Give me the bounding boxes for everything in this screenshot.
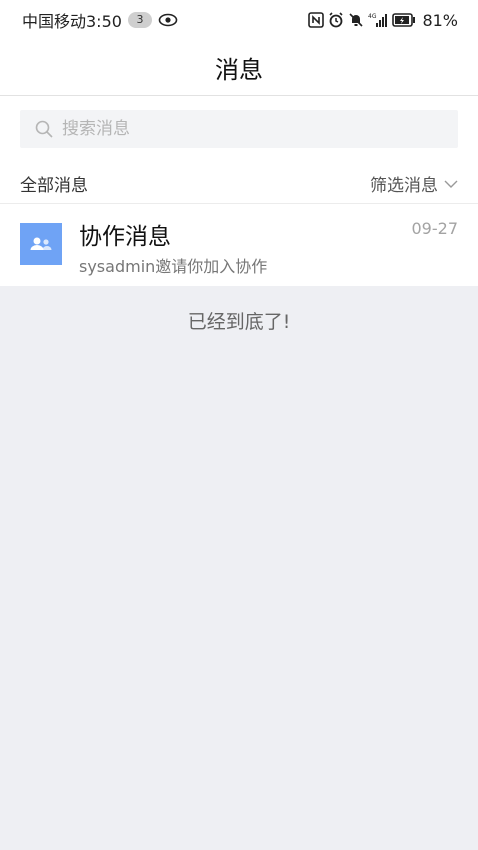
signal-icon: 4G bbox=[368, 13, 388, 27]
battery-level: 81% bbox=[422, 10, 458, 30]
avatar bbox=[20, 223, 62, 265]
svg-text:4G: 4G bbox=[368, 13, 377, 20]
chevron-down-icon bbox=[444, 180, 458, 188]
group-icon bbox=[30, 237, 52, 250]
eye-icon bbox=[158, 13, 178, 27]
search-input[interactable] bbox=[60, 118, 444, 140]
notification-badge: 3 bbox=[127, 12, 152, 28]
alarm-icon bbox=[329, 12, 344, 28]
message-title: 协作消息 bbox=[79, 224, 171, 250]
status-bar: 中国移动3:50 3 4G 81% bbox=[0, 0, 478, 40]
header: 消息 bbox=[0, 40, 478, 96]
carrier-time: 中国移动3:50 bbox=[22, 12, 122, 31]
end-of-list-text: 已经到底了! bbox=[187, 311, 291, 333]
search-box[interactable] bbox=[20, 110, 458, 148]
message-subtitle: sysadmin邀请你加入协作 bbox=[79, 257, 268, 276]
mute-bell-icon bbox=[349, 13, 364, 27]
list-item[interactable]: 协作消息 sysadmin邀请你加入协作 09-27 bbox=[0, 205, 478, 285]
filter-row: 全部消息 筛选消息 bbox=[0, 164, 478, 204]
message-date: 09-27 bbox=[411, 219, 459, 238]
search-icon bbox=[35, 120, 53, 138]
all-messages-label: 全部消息 bbox=[20, 176, 88, 196]
battery-icon bbox=[392, 13, 416, 27]
status-left: 中国移动3:50 3 bbox=[22, 9, 178, 31]
status-right: 4G 81% bbox=[308, 9, 458, 31]
nfc-icon bbox=[308, 12, 325, 28]
filter-messages-button[interactable]: 筛选消息 bbox=[370, 171, 458, 196]
filter-messages-label: 筛选消息 bbox=[370, 176, 438, 196]
page-title: 消息 bbox=[215, 56, 263, 84]
